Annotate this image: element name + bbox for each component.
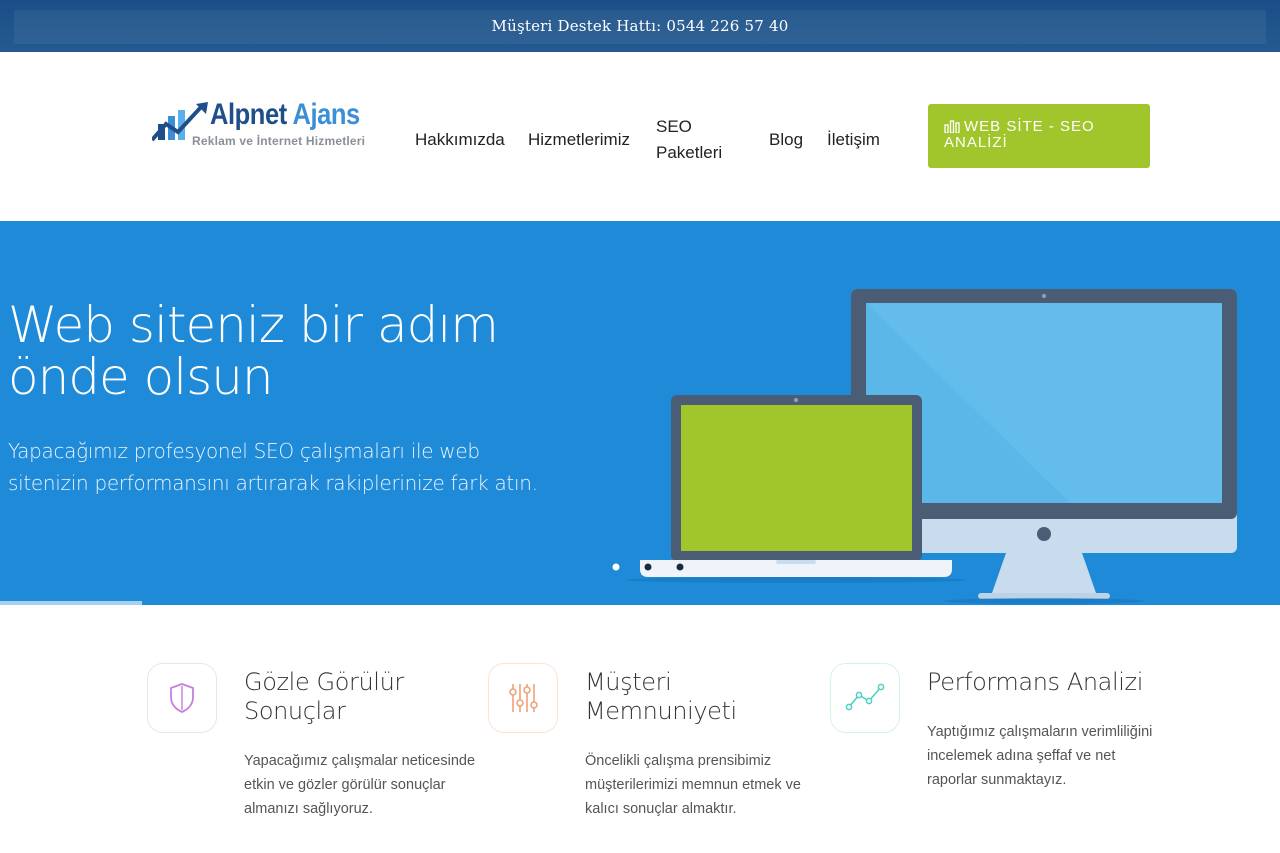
hero-slider: Web siteniz bir adım önde olsun Yapacağı… (0, 221, 1280, 605)
hero-description: Yapacağımız profesyonel SEO çalışmaları … (8, 439, 538, 495)
nav-item-hakkimizda[interactable]: Hakkımızda (415, 127, 505, 153)
feature-icon-box (147, 663, 217, 733)
nav-item-blog[interactable]: Blog (769, 127, 803, 153)
seo-analysis-button[interactable]: WEB SİTE - SEO ANALİZİ (928, 104, 1150, 168)
seo-analysis-button-label: WEB SİTE - SEO ANALİZİ (944, 118, 1095, 151)
feature-title: Müşteri Memnuniyeti (585, 668, 737, 725)
sliders-icon (509, 684, 538, 712)
slider-dot-3 (676, 563, 684, 571)
logo-title: Alpnet Ajans (210, 98, 360, 131)
feature-title: Gözle Görülür Sonuçlar (244, 668, 404, 725)
logo[interactable]: Alpnet Ajans Reklam ve İnternet Hizmetle… (152, 98, 382, 158)
devices-illustration (612, 289, 1237, 604)
nav-item-iletisim[interactable]: İletişim (827, 127, 880, 153)
slider-dot-1 (612, 563, 620, 571)
feature-icon-box (830, 663, 900, 733)
slider-dot-2 (644, 563, 652, 571)
feature-description: Yapacağımız çalışmalar neticesinde etkin… (244, 753, 476, 817)
hero-title: Web siteniz bir adım önde olsun (8, 296, 499, 406)
feature-title: Performans Analizi (927, 668, 1143, 696)
line-chart-icon (845, 683, 885, 711)
laptop-illustration (626, 395, 966, 583)
slider-progress-bar (0, 601, 142, 605)
feature-description: Öncelikli çalışma prensibimiz müşteriler… (585, 753, 801, 817)
top-bar: Müşteri Destek Hattı: 0544 226 57 40 (0, 0, 1280, 52)
support-hotline[interactable]: Müşteri Destek Hattı: 0544 226 57 40 (492, 17, 789, 35)
feature-icon-box (488, 663, 558, 733)
shield-icon (170, 683, 194, 713)
nav-item-hizmetlerimiz[interactable]: Hizmetlerimiz (528, 127, 630, 153)
site-header: Alpnet Ajans Reklam ve İnternet Hizmetle… (0, 52, 1280, 221)
feature-description: Yaptığımız çalışmaların verimliliğini in… (927, 724, 1153, 788)
logo-subtitle: Reklam ve İnternet Hizmetleri (192, 134, 366, 148)
nav-item-seo-paketleri[interactable]: SEO Paketleri (656, 114, 746, 166)
bar-chart-icon (944, 120, 960, 133)
